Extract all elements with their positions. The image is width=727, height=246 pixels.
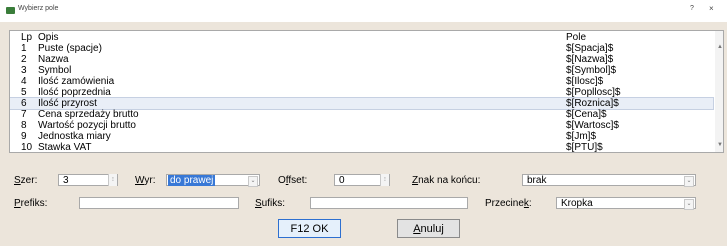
app-icon: [6, 7, 15, 14]
list-row[interactable]: 10 Stawka VAT $[PTU]$: [10, 142, 713, 153]
list-row[interactable]: 5 Ilość poprzednia $[Popllosc]$: [10, 87, 713, 98]
row-opis: Ilość przyrost: [38, 98, 97, 109]
chevron-down-icon[interactable]: ⌄: [684, 199, 694, 210]
znak-label: Znak na końcu:: [412, 175, 481, 186]
wyr-select[interactable]: do prawej ⌄: [166, 174, 260, 187]
row-lp: 1: [21, 43, 27, 54]
title-bar: Wybierz pole ? ×: [0, 0, 727, 22]
spin-icon[interactable]: ⁝: [108, 174, 117, 186]
scroll-down-icon[interactable]: ▼: [717, 142, 723, 148]
list-header: Lp Opis Pole: [10, 32, 713, 43]
cancel-button[interactable]: Anuluj: [397, 219, 460, 238]
row-opis: Symbol: [38, 65, 72, 76]
chevron-down-icon[interactable]: ⌄: [684, 176, 694, 187]
row-lp: 3: [21, 65, 27, 76]
fields-list[interactable]: Lp Opis Pole 1 Puste (spacje) $[Spacja]$…: [9, 30, 724, 153]
list-scrollbar[interactable]: ▲ ▼: [715, 31, 723, 152]
row-opis: Jednostka miary: [38, 131, 111, 142]
row-opis: Ilość poprzednia: [38, 87, 111, 98]
spin-icon[interactable]: ⁝: [380, 174, 389, 186]
row-opis: Wartość pozycji brutto: [38, 120, 136, 131]
list-row[interactable]: 1 Puste (spacje) $[Spacja]$: [10, 43, 713, 54]
row-opis: Ilość zamówienia: [38, 76, 115, 87]
dialog-window: Wybierz pole ? × Lp Opis Pole 1 Puste (s…: [0, 0, 727, 246]
szer-value: 3: [63, 175, 69, 186]
row-lp: 5: [21, 87, 27, 98]
znak-selected-value: brak: [527, 175, 547, 186]
prefiks-label: Prefiks:: [14, 198, 48, 209]
row-pole: $[Symbol]$: [566, 65, 617, 76]
row-opis: Puste (spacje): [38, 43, 102, 54]
wyr-label: Wyr:: [135, 175, 156, 186]
scroll-up-icon[interactable]: ▲: [717, 44, 723, 50]
sufiks-input[interactable]: [310, 197, 468, 209]
szer-field[interactable]: 3 ⁝: [58, 174, 118, 186]
header-opis: Opis: [38, 32, 59, 43]
row-opis: Cena sprzedaży brutto: [38, 109, 139, 120]
ok-button[interactable]: F12 OK: [278, 219, 341, 238]
row-pole: $[Cena]$: [566, 109, 607, 120]
list-row[interactable]: 4 Ilość zamówienia $[Ilosc]$: [10, 76, 713, 87]
help-button[interactable]: ?: [690, 5, 694, 12]
przecinek-select[interactable]: Kropka ⌄: [556, 197, 696, 210]
row-pole: $[Roznica]$: [566, 98, 619, 109]
row-opis: Nazwa: [38, 54, 69, 65]
offset-field[interactable]: 0 ⁝: [334, 174, 390, 186]
row-lp: 8: [21, 120, 27, 131]
header-pole: Pole: [566, 32, 587, 43]
close-button[interactable]: ×: [709, 4, 714, 13]
row-pole: $[PTU]$: [566, 142, 603, 153]
szer-label: Szer:: [14, 175, 38, 186]
row-pole: $[Jm]$: [566, 131, 597, 142]
row-pole: $[Spacja]$: [566, 43, 614, 54]
row-pole: $[Wartosc]$: [566, 120, 619, 131]
znak-select[interactable]: brak ⌄: [522, 174, 696, 187]
row-lp: 10: [21, 142, 33, 153]
przecinek-selected-value: Kropka: [561, 198, 593, 209]
row-lp: 4: [21, 76, 27, 87]
row-opis: Stawka VAT: [38, 142, 92, 153]
prefiks-input[interactable]: [79, 197, 239, 209]
list-row[interactable]: 8 Wartość pozycji brutto $[Wartosc]$: [10, 120, 713, 131]
row-lp: 7: [21, 109, 27, 120]
header-lp: Lp: [21, 32, 33, 43]
row-pole: $[Nazwa]$: [566, 54, 614, 65]
row-lp: 2: [21, 54, 27, 65]
row-lp: 9: [21, 131, 27, 142]
przecinek-label: Przecinek:: [485, 198, 532, 209]
list-row[interactable]: 3 Symbol $[Symbol]$: [10, 65, 713, 76]
sufiks-label: Sufiks:: [255, 198, 286, 209]
row-pole: $[Ilosc]$: [566, 76, 604, 87]
list-row[interactable]: 2 Nazwa $[Nazwa]$: [10, 54, 713, 65]
chevron-down-icon[interactable]: ⌄: [248, 176, 258, 187]
window-title: Wybierz pole: [18, 5, 59, 12]
list-row-selected[interactable]: 6 Ilość przyrost $[Roznica]$: [10, 97, 714, 110]
wyr-selected-value: do prawej: [168, 175, 216, 186]
offset-label: Offset:: [278, 175, 308, 186]
offset-value: 0: [339, 175, 345, 186]
list-row[interactable]: 7 Cena sprzedaży brutto $[Cena]$: [10, 109, 713, 120]
row-pole: $[Popllosc]$: [566, 87, 621, 98]
row-lp: 6: [21, 98, 27, 109]
list-row[interactable]: 9 Jednostka miary $[Jm]$: [10, 131, 713, 142]
